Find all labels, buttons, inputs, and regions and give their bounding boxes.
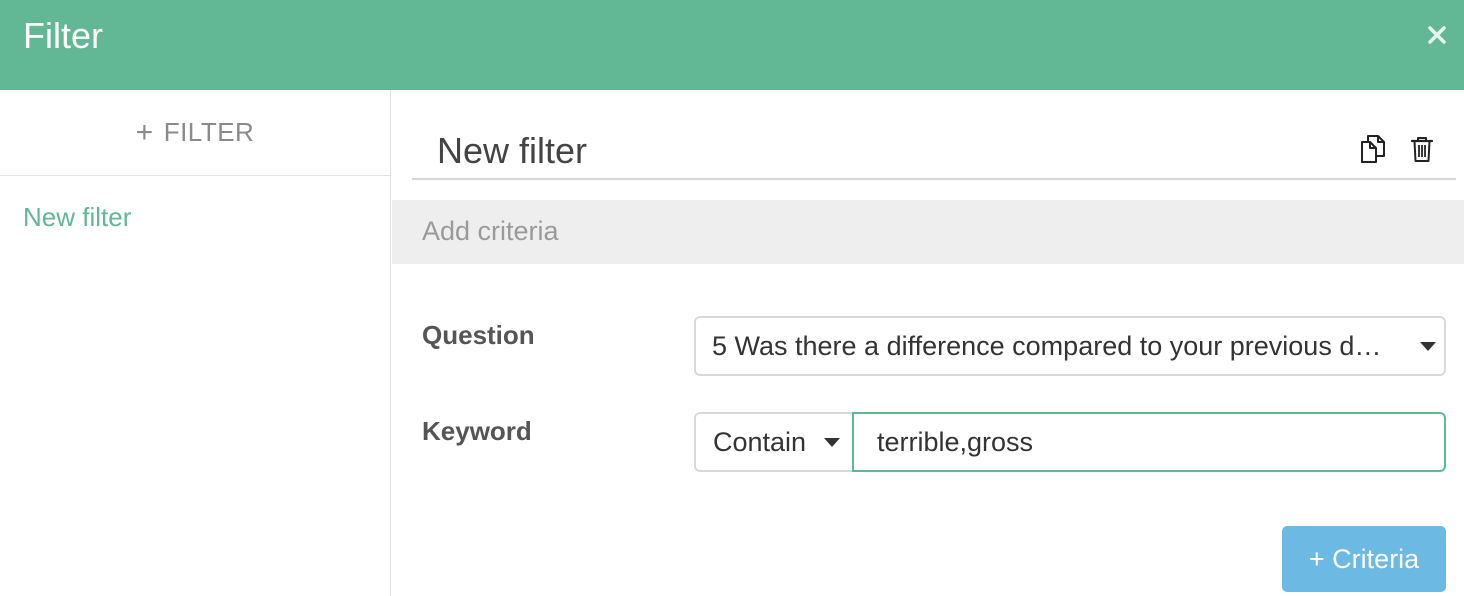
- copy-icon: [1361, 135, 1385, 163]
- question-label: Question: [422, 320, 535, 350]
- copy-filter-button[interactable]: [1356, 132, 1390, 166]
- keyword-input[interactable]: [852, 412, 1446, 472]
- filter-list-sidebar: + FILTER New filter: [0, 90, 391, 596]
- chevron-down-icon: [824, 438, 840, 447]
- add-filter-button[interactable]: + FILTER: [0, 90, 390, 176]
- add-filter-label: FILTER: [163, 117, 255, 147]
- add-criteria-header: Add criteria: [392, 200, 1464, 264]
- keyword-label: Keyword: [422, 416, 532, 446]
- delete-filter-button[interactable]: [1406, 132, 1438, 166]
- dialog-title: Filter: [23, 15, 103, 56]
- sidebar-item-new-filter[interactable]: New filter: [23, 202, 131, 233]
- keyword-operator-select[interactable]: Contain: [694, 412, 854, 472]
- filter-name-text[interactable]: New filter: [437, 130, 587, 172]
- filter-editor: New filter Add criteria Question 5 Was t…: [392, 90, 1464, 596]
- plus-icon: +: [135, 115, 154, 149]
- close-icon: [1428, 26, 1446, 44]
- add-criteria-header-text: Add criteria: [422, 216, 559, 246]
- trash-icon: [1410, 137, 1434, 162]
- filter-name-field[interactable]: New filter: [412, 120, 1456, 180]
- add-criteria-button[interactable]: + Criteria: [1282, 526, 1446, 592]
- close-button[interactable]: [1420, 18, 1454, 52]
- keyword-operator-value: Contain: [713, 427, 807, 457]
- question-select-value: 5 Was there a difference compared to you…: [712, 331, 1382, 361]
- chevron-down-icon: [1420, 342, 1436, 351]
- question-select[interactable]: 5 Was there a difference compared to you…: [694, 316, 1446, 376]
- dialog-header: Filter: [0, 0, 1464, 90]
